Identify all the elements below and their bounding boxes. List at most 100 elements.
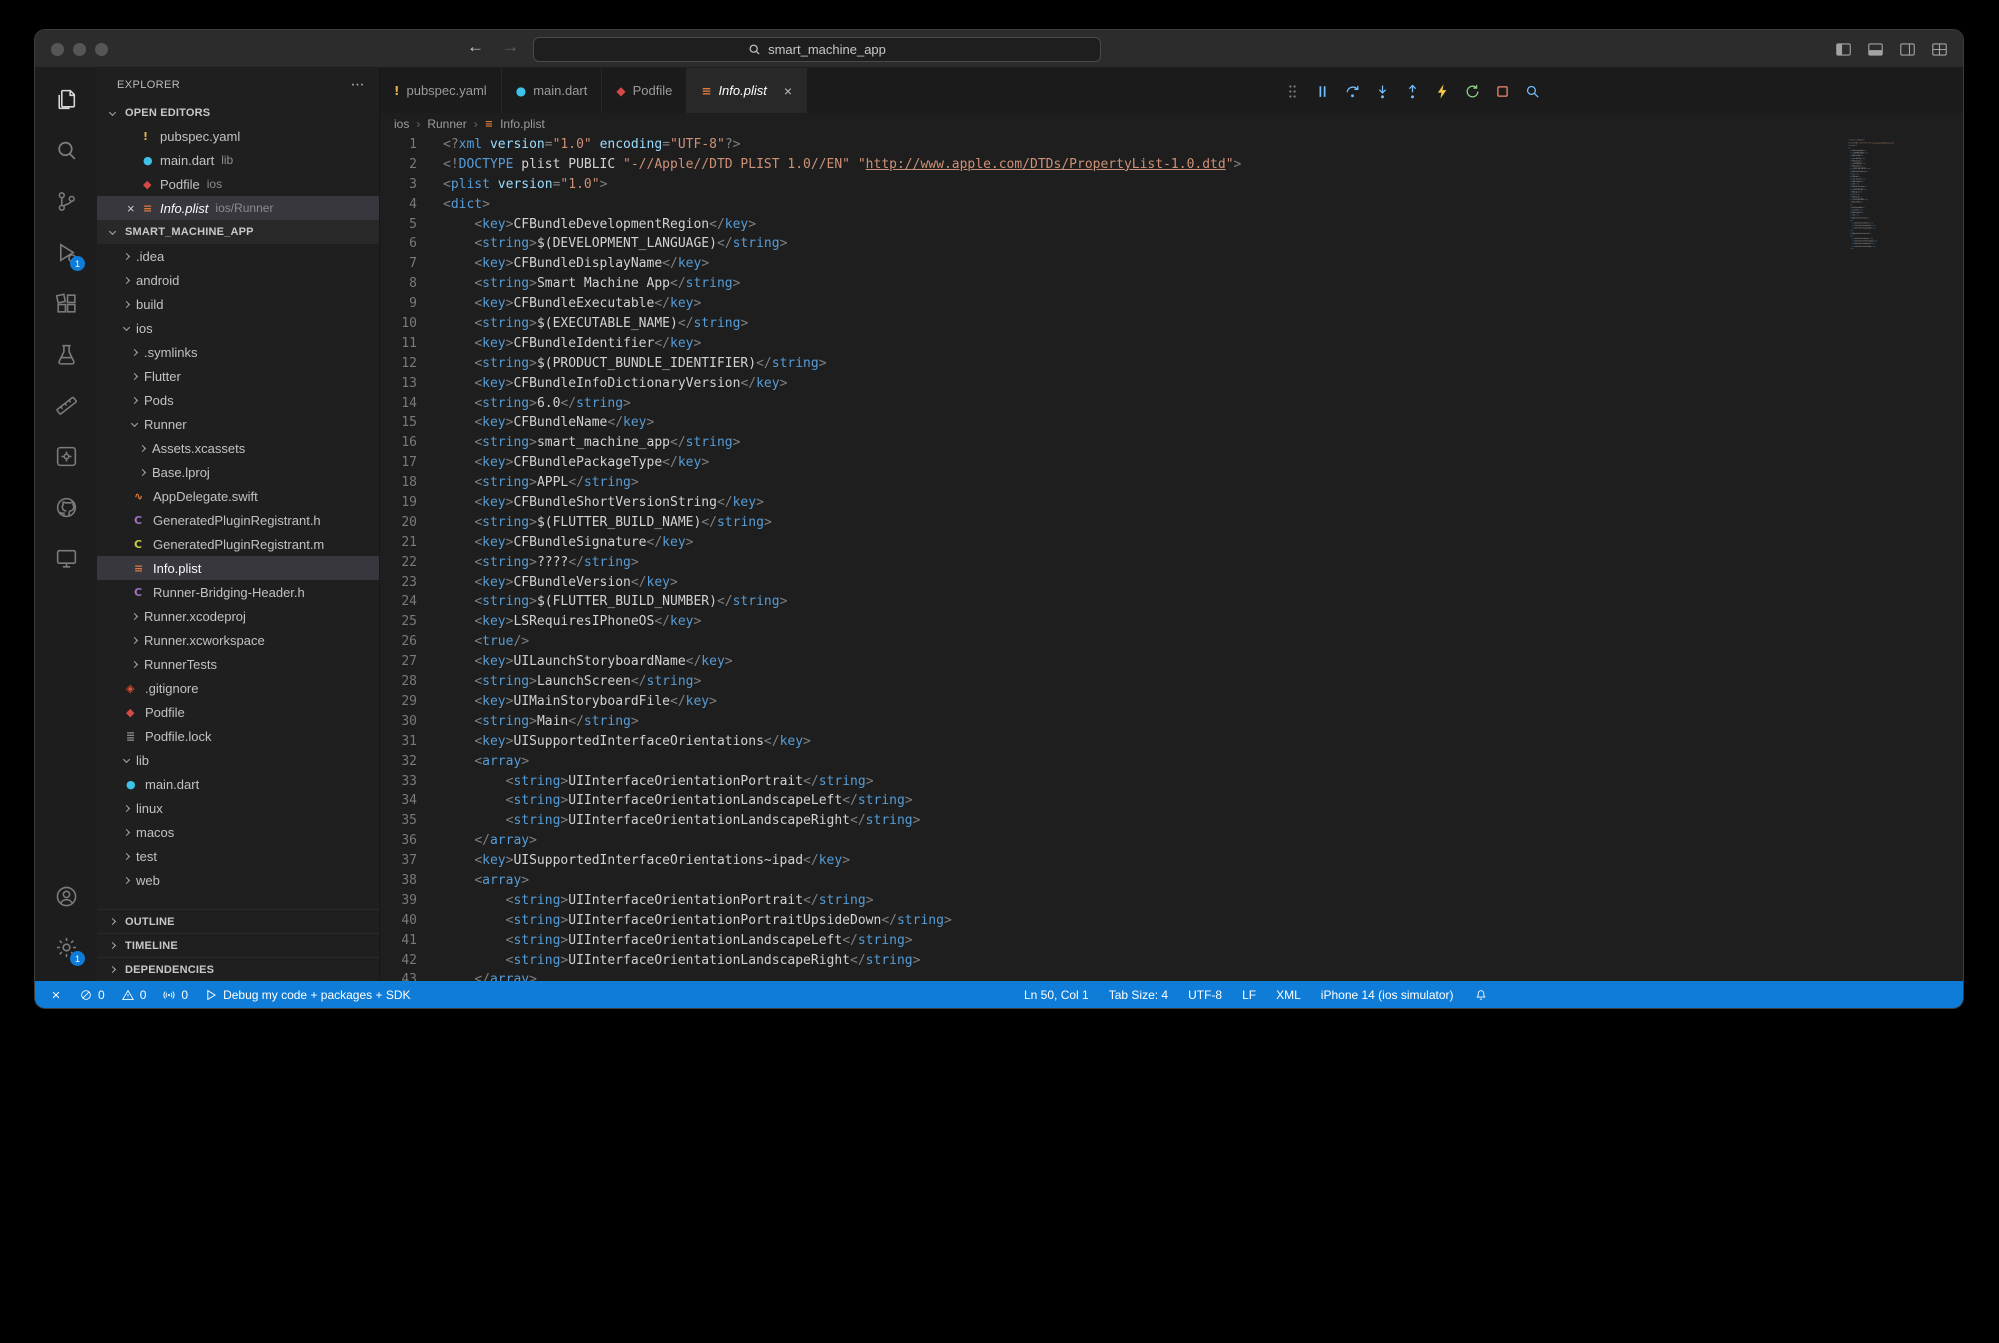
activity-source-control-icon[interactable]: [42, 176, 90, 227]
grip-handle-icon[interactable]: [1280, 79, 1304, 103]
tree-item-runner-xcodeproj[interactable]: Runner.xcodeproj: [97, 604, 379, 628]
close-icon[interactable]: ×: [127, 201, 143, 216]
code-line[interactable]: 27 <key>UILaunchStoryboardName</key>: [380, 652, 1963, 672]
code-line[interactable]: 30 <string>Main</string>: [380, 712, 1963, 732]
toggle-sidebar-icon[interactable]: [1834, 40, 1853, 59]
code-line[interactable]: 41 <string>UIInterfaceOrientationLandsca…: [380, 931, 1963, 951]
status-errors-count[interactable]: 0: [71, 981, 113, 1008]
status-encoding[interactable]: UTF-8: [1178, 981, 1232, 1008]
breadcrumb-item[interactable]: Info.plist: [500, 117, 545, 131]
status-ports-count[interactable]: 0: [154, 981, 196, 1008]
status-remote-indicator[interactable]: [41, 981, 71, 1008]
tree-item-macos[interactable]: macos: [97, 820, 379, 844]
status-debug-config[interactable]: Debug my code + packages + SDK: [196, 981, 418, 1008]
tree-item-info-plist[interactable]: ≡Info.plist: [97, 556, 379, 580]
tree-item-runner[interactable]: Runner: [97, 412, 379, 436]
code-line[interactable]: 15 <key>CFBundleName</key>: [380, 413, 1963, 433]
tree-item-symlinks[interactable]: .symlinks: [97, 340, 379, 364]
status-device-selector[interactable]: iPhone 14 (ios simulator): [1311, 981, 1464, 1008]
code-line[interactable]: 32 <array>: [380, 752, 1963, 772]
open-editor-podfile[interactable]: ◆Podfileios: [97, 172, 379, 196]
tree-item-build[interactable]: build: [97, 292, 379, 316]
tab-main-dart[interactable]: ●main.dart: [502, 68, 603, 113]
tree-item-gitignore[interactable]: ◈.gitignore: [97, 676, 379, 700]
section-dependencies[interactable]: DEPENDENCIES: [97, 957, 379, 981]
code-line[interactable]: 26 <true/>: [380, 632, 1963, 652]
breadcrumb-item[interactable]: Runner: [427, 117, 466, 131]
project-root-header[interactable]: SMART_MACHINE_APP: [97, 220, 379, 244]
tree-item-pods[interactable]: Pods: [97, 388, 379, 412]
code-line[interactable]: 10 <string>$(EXECUTABLE_NAME)</string>: [380, 314, 1963, 334]
code-line[interactable]: 29 <key>UIMainStoryboardFile</key>: [380, 692, 1963, 712]
tree-item-assets-xcassets[interactable]: Assets.xcassets: [97, 436, 379, 460]
open-editors-header[interactable]: OPEN EDITORS: [97, 102, 379, 124]
code-line[interactable]: 12 <string>$(PRODUCT_BUNDLE_IDENTIFIER)<…: [380, 354, 1963, 374]
customize-layout-icon[interactable]: [1930, 40, 1949, 59]
tree-item-linux[interactable]: linux: [97, 796, 379, 820]
code-line[interactable]: 2<!DOCTYPE plist PUBLIC "-//Apple//DTD P…: [380, 155, 1963, 175]
code-line[interactable]: 11 <key>CFBundleIdentifier</key>: [380, 334, 1963, 354]
toggle-panel-icon[interactable]: [1866, 40, 1885, 59]
zoom-window-button[interactable]: [95, 43, 108, 56]
step-over-button[interactable]: [1340, 79, 1364, 103]
tree-item-runnertests[interactable]: RunnerTests: [97, 652, 379, 676]
code-line[interactable]: 31 <key>UISupportedInterfaceOrientations…: [380, 732, 1963, 752]
tree-item-flutter[interactable]: Flutter: [97, 364, 379, 388]
activity-accounts-icon[interactable]: [42, 871, 90, 922]
minimize-window-button[interactable]: [73, 43, 86, 56]
open-editor-info-plist[interactable]: ×≡Info.plistios/Runner: [97, 196, 379, 220]
breadcrumb-item[interactable]: ios: [394, 117, 409, 131]
code-line[interactable]: 35 <string>UIInterfaceOrientationLandsca…: [380, 811, 1963, 831]
status-warnings-count[interactable]: 0: [113, 981, 155, 1008]
code-line[interactable]: 22 <string>????</string>: [380, 553, 1963, 573]
tree-item-ios[interactable]: ios: [97, 316, 379, 340]
code-line[interactable]: 43 </array>: [380, 970, 1963, 981]
command-center[interactable]: smart_machine_app: [533, 37, 1101, 62]
open-editor-pubspec-yaml[interactable]: !pubspec.yaml: [97, 124, 379, 148]
code-line[interactable]: 39 <string>UIInterfaceOrientationPortrai…: [380, 891, 1963, 911]
activity-search-icon[interactable]: [42, 125, 90, 176]
activity-testing-icon[interactable]: [42, 329, 90, 380]
code-line[interactable]: 7 <key>CFBundleDisplayName</key>: [380, 254, 1963, 274]
code-line[interactable]: 8 <string>Smart Machine App</string>: [380, 274, 1963, 294]
tree-item-main-dart[interactable]: ●main.dart: [97, 772, 379, 796]
tab-pubspec-yaml[interactable]: !pubspec.yaml: [380, 68, 502, 113]
activity-settings-icon[interactable]: 1: [42, 922, 90, 973]
more-actions-icon[interactable]: ⋯: [351, 77, 365, 93]
step-out-button[interactable]: [1400, 79, 1424, 103]
stop-button[interactable]: [1490, 79, 1514, 103]
tree-item-appdelegate-swift[interactable]: ∿AppDelegate.swift: [97, 484, 379, 508]
pause-button[interactable]: [1310, 79, 1334, 103]
activity-remote-explorer-icon[interactable]: [42, 533, 90, 584]
code-line[interactable]: 40 <string>UIInterfaceOrientationPortrai…: [380, 911, 1963, 931]
code-line[interactable]: 25 <key>LSRequiresIPhoneOS</key>: [380, 612, 1963, 632]
code-line[interactable]: 21 <key>CFBundleSignature</key>: [380, 533, 1963, 553]
tree-item-test[interactable]: test: [97, 844, 379, 868]
activity-github-icon[interactable]: [42, 482, 90, 533]
code-line[interactable]: 36 </array>: [380, 831, 1963, 851]
status-notifications[interactable]: [1464, 981, 1498, 1008]
code-line[interactable]: 16 <string>smart_machine_app</string>: [380, 433, 1963, 453]
hot-reload-button[interactable]: [1430, 79, 1454, 103]
code-line[interactable]: 9 <key>CFBundleExecutable</key>: [380, 294, 1963, 314]
code-line[interactable]: 37 <key>UISupportedInterfaceOrientations…: [380, 851, 1963, 871]
status-eol[interactable]: LF: [1232, 981, 1266, 1008]
open-editor-main-dart[interactable]: ●main.dartlib: [97, 148, 379, 172]
code-editor[interactable]: 1<?xml version="1.0" encoding="UTF-8"?>2…: [380, 135, 1963, 981]
tree-item-podfile-lock[interactable]: ≣Podfile.lock: [97, 724, 379, 748]
code-line[interactable]: 42 <string>UIInterfaceOrientationLandsca…: [380, 951, 1963, 971]
restart-button[interactable]: [1460, 79, 1484, 103]
tree-item-generatedpluginregistrant-m[interactable]: CGeneratedPluginRegistrant.m: [97, 532, 379, 556]
code-line[interactable]: 19 <key>CFBundleShortVersionString</key>: [380, 493, 1963, 513]
code-line[interactable]: 5 <key>CFBundleDevelopmentRegion</key>: [380, 215, 1963, 235]
inspector-button[interactable]: [1520, 79, 1544, 103]
status-cursor-position[interactable]: Ln 50, Col 1: [1014, 981, 1099, 1008]
back-button[interactable]: ←: [467, 37, 484, 57]
code-line[interactable]: 28 <string>LaunchScreen</string>: [380, 672, 1963, 692]
code-line[interactable]: 34 <string>UIInterfaceOrientationLandsca…: [380, 791, 1963, 811]
code-line[interactable]: 3<plist version="1.0">: [380, 175, 1963, 195]
section-outline[interactable]: OUTLINE: [97, 909, 379, 933]
code-line[interactable]: 13 <key>CFBundleInfoDictionaryVersion</k…: [380, 374, 1963, 394]
activity-ruler-icon[interactable]: [42, 380, 90, 431]
code-line[interactable]: 20 <string>$(FLUTTER_BUILD_NAME)</string…: [380, 513, 1963, 533]
